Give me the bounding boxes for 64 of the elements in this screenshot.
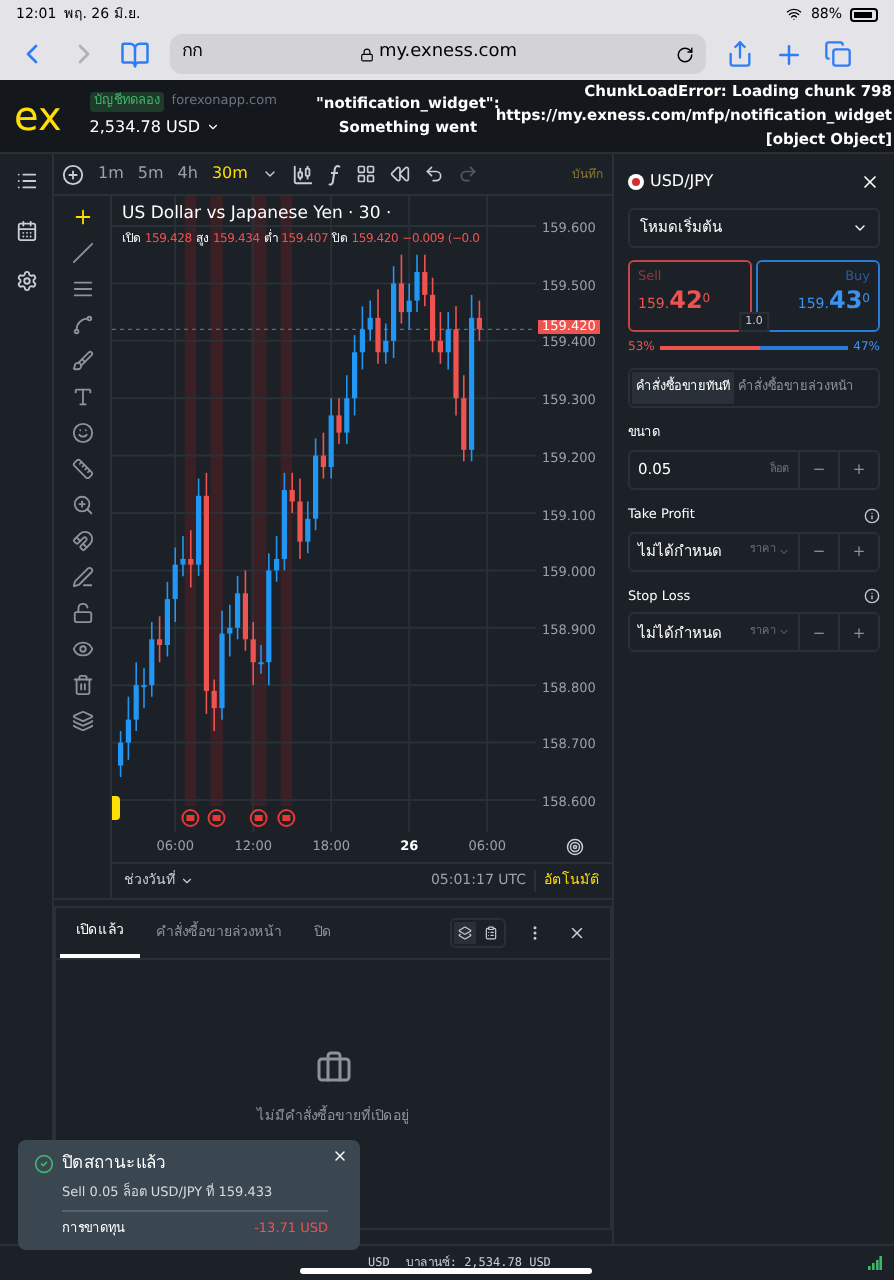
layers-icon[interactable] xyxy=(71,710,93,732)
brush-icon[interactable] xyxy=(71,350,93,372)
text-size-button[interactable]: กก xyxy=(182,40,202,68)
function-icon[interactable] xyxy=(327,163,342,185)
event-marker-icon[interactable] xyxy=(249,809,268,827)
lines-icon[interactable] xyxy=(71,278,93,300)
list-view-icon[interactable] xyxy=(480,922,502,944)
zoom-in-icon[interactable] xyxy=(71,494,93,516)
briefcase-icon xyxy=(315,1050,351,1086)
event-marker-icon[interactable] xyxy=(181,809,200,827)
check-icon xyxy=(34,1154,54,1175)
add-indicator-icon[interactable] xyxy=(62,163,84,185)
timeframe-tab[interactable]: 1m xyxy=(98,162,124,186)
pattern-icon[interactable] xyxy=(71,314,93,336)
toast-title: ปิดสถานะแล้ว xyxy=(62,1152,166,1178)
symbol-title: USD/JPY xyxy=(650,170,714,194)
ruler-icon[interactable] xyxy=(71,458,93,480)
unlock-icon[interactable] xyxy=(71,602,93,624)
pen-icon[interactable] xyxy=(71,566,93,588)
balance-dropdown[interactable]: 2,534.78 USD xyxy=(89,115,277,140)
eye-icon[interactable] xyxy=(71,638,93,660)
grouped-view-icon[interactable] xyxy=(454,922,476,944)
battery-icon xyxy=(850,7,878,21)
magnet-icon[interactable] xyxy=(71,530,93,552)
caret-icon xyxy=(180,874,194,888)
calendar-icon[interactable] xyxy=(15,220,37,242)
lock-icon xyxy=(360,47,375,61)
collapse-handle[interactable] xyxy=(112,796,120,820)
candles-icon[interactable] xyxy=(291,163,314,185)
info-icon[interactable] xyxy=(864,588,880,605)
target-icon[interactable] xyxy=(566,838,584,856)
timeframe-tab[interactable]: 4h xyxy=(177,162,198,186)
url-text: my.exness.com xyxy=(378,40,518,67)
event-marker-icon[interactable] xyxy=(277,809,296,827)
close-icon[interactable] xyxy=(568,924,586,942)
line-icon[interactable] xyxy=(71,242,93,264)
undo-icon[interactable] xyxy=(423,164,444,184)
reload-icon[interactable] xyxy=(676,45,694,63)
caret-icon xyxy=(206,120,221,135)
address-bar[interactable]: กก my.exness.com xyxy=(170,34,706,74)
trash-icon[interactable] xyxy=(71,674,93,696)
bookmarks-icon[interactable] xyxy=(120,39,150,69)
timeframe-tab[interactable]: 30m xyxy=(211,162,248,186)
chart-title: US Dollar vs Japanese Yen · 30 · xyxy=(122,202,394,228)
tabs-icon[interactable] xyxy=(824,40,852,68)
info-icon[interactable] xyxy=(864,507,880,524)
new-tab-icon[interactable] xyxy=(774,39,804,69)
wifi-icon xyxy=(786,6,803,22)
settings-icon[interactable] xyxy=(15,270,37,292)
close-icon[interactable] xyxy=(860,172,880,192)
caret-icon[interactable] xyxy=(261,166,278,182)
crosshair-icon[interactable] xyxy=(71,206,93,228)
timeframe-tab[interactable]: 5m xyxy=(137,162,164,186)
smile-icon[interactable] xyxy=(71,422,93,444)
redo-icon[interactable] xyxy=(457,164,478,184)
event-marker-icon[interactable] xyxy=(207,809,226,827)
signal-icon xyxy=(868,1256,882,1270)
rewind-icon[interactable] xyxy=(389,164,410,184)
grid-icon[interactable] xyxy=(355,164,376,184)
flag-icon xyxy=(628,174,644,190)
text-icon[interactable] xyxy=(71,386,93,408)
caret-icon xyxy=(852,220,868,236)
logo[interactable]: ex xyxy=(14,96,62,136)
share-icon[interactable] xyxy=(726,40,754,68)
